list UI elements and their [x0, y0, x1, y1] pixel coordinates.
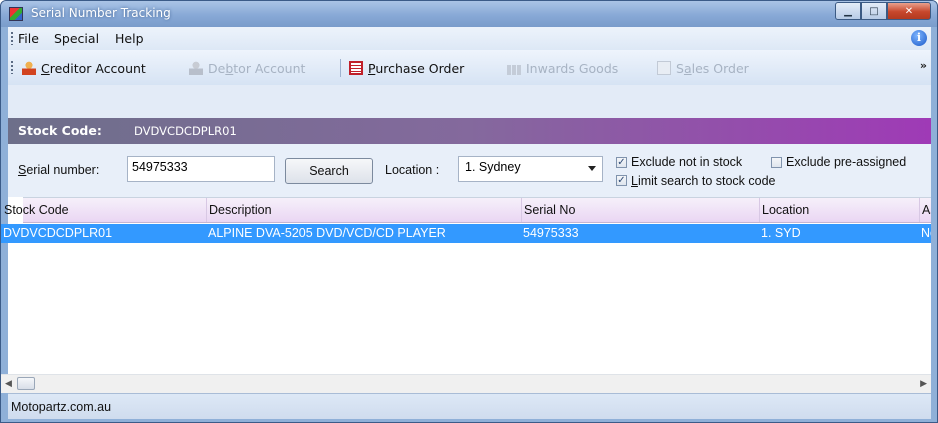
menu-file[interactable]: File	[18, 31, 39, 46]
maximize-icon: □	[869, 5, 879, 17]
inwards-goods-label: Inwards Goods	[526, 60, 619, 76]
toolbar: Creditor Account Debtor Account Purchase…	[8, 50, 931, 86]
window-controls: ▁ □ ✕	[835, 2, 931, 21]
stock-code-value: DVDVCDCDPLR01	[134, 124, 237, 138]
column-header-serial-no[interactable]: Serial No	[521, 198, 759, 222]
exclude-pre-assigned-label: Exclude pre-assigned	[786, 155, 907, 169]
cell-serial-no: 54975333	[523, 226, 579, 240]
results-grid: Stock Code Description Serial No Locatio…	[1, 197, 931, 394]
window-title: Serial Number Tracking	[31, 6, 171, 20]
purchase-order-label: Purchase Order	[368, 60, 465, 76]
limit-search-label: Limit search to stock code	[631, 174, 776, 188]
cell-as: No	[921, 226, 931, 240]
cell-description: ALPINE DVA-5205 DVD/VCD/CD PLAYER	[208, 226, 446, 240]
exclude-pre-assigned-checkbox[interactable]	[771, 157, 782, 168]
horizontal-scrollbar[interactable]: ◀ ▶	[1, 374, 931, 393]
menu-special[interactable]: Special	[54, 31, 99, 46]
serial-tracking-window: Serial Number Tracking ▁ □ ✕ File Specia…	[0, 0, 938, 423]
toolbar-grip-icon	[11, 61, 13, 74]
scroll-right-arrow-icon[interactable]: ▶	[920, 379, 927, 389]
scrollbar-thumb[interactable]	[17, 377, 35, 390]
sales-order-icon	[657, 61, 671, 75]
creditor-account-button[interactable]: Creditor Account	[22, 59, 146, 77]
inwards-goods-button[interactable]: Inwards Goods	[507, 59, 618, 77]
toolbar-overflow-chevron-icon[interactable]: »	[920, 59, 927, 72]
exclude-not-in-stock-checkbox[interactable]: ✓	[616, 157, 627, 168]
stock-code-label: Stock Code:	[18, 123, 102, 138]
search-panel: Serial number: 54975333 Search Location …	[8, 144, 931, 197]
cell-stock-code: DVDVCDCDPLR01	[3, 226, 113, 240]
toolbar-spacer	[8, 85, 931, 118]
search-button[interactable]: Search	[285, 158, 373, 184]
debtor-account-label: Debtor Account	[208, 60, 306, 76]
close-icon: ✕	[904, 5, 914, 17]
column-header-as[interactable]: As	[919, 198, 931, 222]
app-icon	[9, 7, 23, 21]
debtor-account-button[interactable]: Debtor Account	[189, 59, 305, 77]
chevron-down-icon	[588, 166, 596, 171]
column-header-location[interactable]: Location	[759, 198, 919, 222]
stock-code-header: Stock Code: DVDVCDCDPLR01	[8, 118, 931, 144]
exclude-not-in-stock-label: Exclude not in stock	[631, 155, 743, 169]
creditor-person-icon	[22, 61, 36, 75]
location-selected-value: 1. Sydney	[465, 160, 521, 174]
minimize-button[interactable]: ▁	[835, 2, 861, 20]
menu-help[interactable]: Help	[115, 31, 144, 46]
menu-grip-icon	[11, 32, 13, 45]
status-bar: Motopartz.com.au	[8, 393, 931, 419]
location-label: Location :	[385, 163, 440, 177]
title-bar[interactable]: Serial Number Tracking ▁ □ ✕	[1, 1, 937, 27]
sales-order-label: Sales Order	[676, 60, 749, 76]
inwards-goods-icon	[507, 65, 521, 75]
info-icon[interactable]: i	[911, 30, 927, 46]
location-select[interactable]: 1. Sydney	[458, 156, 603, 182]
close-button[interactable]: ✕	[887, 2, 931, 20]
purchase-order-button[interactable]: Purchase Order	[349, 59, 464, 77]
table-row[interactable]: DVDVCDCDPLR01 ALPINE DVA-5205 DVD/VCD/CD…	[1, 224, 931, 243]
sales-order-button[interactable]: Sales Order	[657, 59, 749, 77]
status-text: Motopartz.com.au	[11, 400, 112, 414]
purchase-order-icon	[349, 61, 363, 75]
maximize-button[interactable]: □	[861, 2, 887, 20]
minimize-icon: ▁	[844, 5, 852, 17]
limit-search-checkbox[interactable]: ✓	[616, 175, 627, 186]
cell-location: 1. SYD	[761, 226, 801, 240]
debtor-person-icon	[189, 61, 203, 75]
menu-bar: File Special Help i	[8, 27, 931, 50]
toolbar-separator	[340, 59, 341, 77]
serial-number-label: Serial number:	[18, 163, 100, 177]
scroll-left-arrow-icon[interactable]: ◀	[5, 379, 12, 389]
column-header-stock-code[interactable]: Stock Code	[1, 198, 207, 222]
serial-number-input[interactable]: 54975333	[127, 156, 275, 182]
column-header-description[interactable]: Description	[206, 198, 521, 222]
grid-header: Stock Code Description Serial No Locatio…	[4, 198, 931, 223]
creditor-account-label: Creditor Account	[41, 60, 146, 76]
